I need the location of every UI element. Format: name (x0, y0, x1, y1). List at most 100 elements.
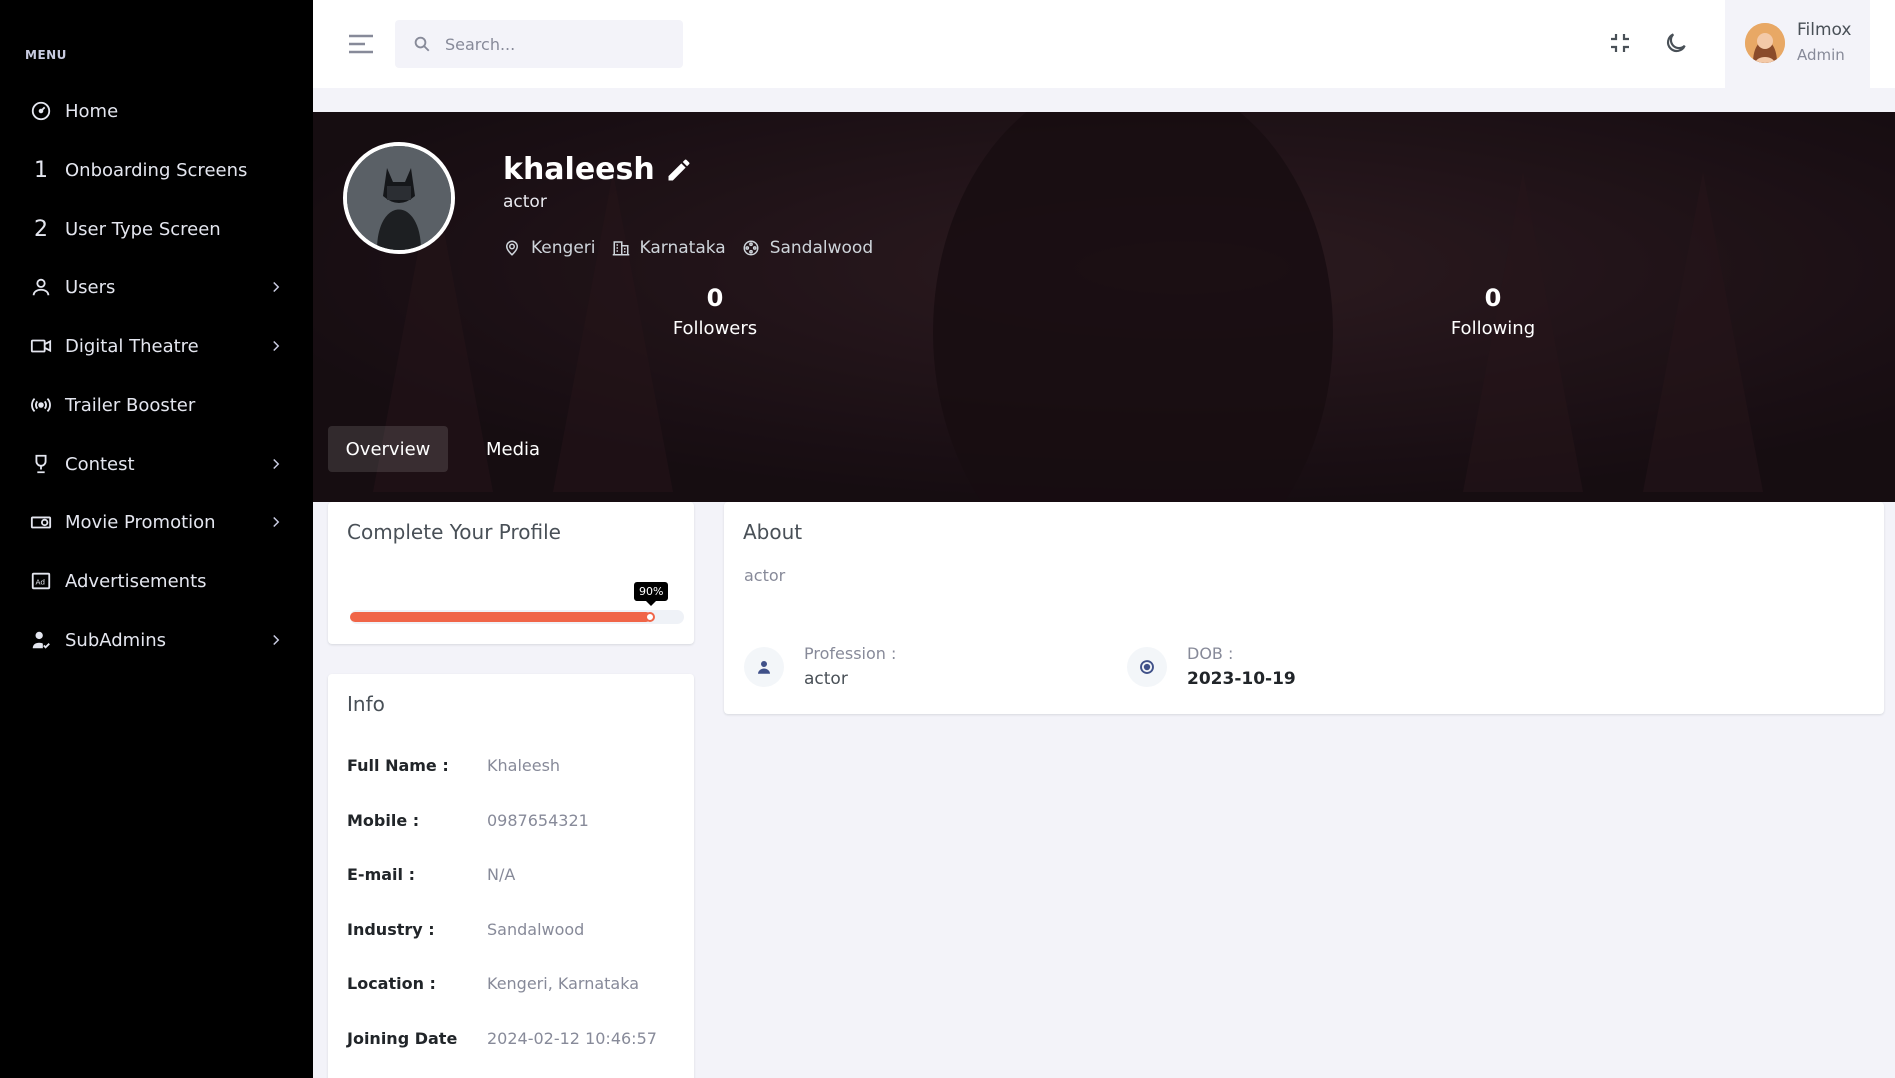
number-one-icon: 1 (34, 157, 48, 183)
profession-value: actor (804, 669, 848, 689)
sidebar-item-contest[interactable]: Contest (0, 439, 313, 489)
info-key: Mobile : (347, 811, 420, 830)
search-input[interactable] (445, 34, 665, 54)
followers-stat[interactable]: 0 Followers (655, 284, 775, 339)
about-card: About actor Profession : actor DOB : 202… (724, 502, 1884, 714)
menu-title: MENU (25, 48, 67, 62)
sidebar-item-trailer-booster[interactable]: Trailer Booster (0, 380, 313, 430)
sidebar-item-onboarding-screens[interactable]: 1 Onboarding Screens (0, 145, 313, 195)
info-key: Joining Date (347, 1029, 458, 1048)
info-row-joining-date: Joining Date 2024-02-12 10:46:57 (347, 1029, 657, 1048)
profession-label: Profession : (804, 644, 897, 663)
dark-mode-toggle[interactable] (1659, 26, 1693, 60)
complete-profile-title: Complete Your Profile (347, 520, 561, 544)
meta-location-text: Kengeri (531, 238, 596, 258)
fullscreen-exit-icon (1611, 34, 1629, 52)
following-stat[interactable]: 0 Following (1433, 284, 1553, 339)
search-box (395, 20, 683, 68)
chevron-right-icon (273, 281, 280, 293)
info-row-email: E-mail : N/A (347, 865, 515, 884)
following-count: 0 (1484, 284, 1502, 312)
info-row-location: Location : Kengeri, Karnataka (347, 974, 639, 993)
sidebar-item-label: User Type Screen (65, 218, 221, 240)
info-value: 0987654321 (487, 811, 589, 830)
about-profession: Profession : actor (744, 644, 896, 689)
meta-location: Kengeri (503, 238, 596, 258)
info-key: E-mail : (347, 865, 415, 884)
chevron-right-icon (273, 516, 280, 528)
info-key: Full Name : (347, 756, 449, 775)
user-icon (28, 274, 54, 300)
meta-state-text: Karnataka (639, 238, 726, 258)
building-icon (612, 241, 629, 256)
dob-text-group: DOB : 2023-10-19 (1187, 644, 1296, 689)
number-two-icon: 2 (34, 216, 48, 242)
meta-industry: Sandalwood (742, 238, 873, 258)
broadcast-icon (28, 392, 54, 418)
tab-overview[interactable]: Overview (328, 426, 448, 472)
user-name: Filmox (1797, 20, 1852, 40)
hamburger-menu-icon[interactable] (348, 33, 374, 55)
followers-label: Followers (672, 318, 758, 339)
about-text: actor (744, 566, 786, 585)
info-value: N/A (487, 865, 516, 884)
sidebar-item-subadmins[interactable]: SubAdmins (0, 615, 313, 665)
profile-role: actor (503, 192, 547, 212)
sidebar-item-label: Digital Theatre (65, 335, 199, 357)
video-camera-icon (28, 333, 54, 359)
profile-meta: Kengeri Karnataka Sandalwood (503, 238, 889, 258)
meta-state: Karnataka (612, 238, 726, 258)
user-check-icon (28, 627, 54, 653)
info-row-mobile: Mobile : 0987654321 (347, 811, 589, 830)
trophy-icon (28, 451, 54, 477)
followers-count: 0 (706, 284, 724, 312)
dob-label: DOB : (1187, 644, 1234, 663)
sidebar-item-movie-promotion[interactable]: Movie Promotion (0, 497, 313, 547)
map-pin-icon (505, 240, 519, 256)
edit-pencil-icon[interactable] (665, 156, 693, 184)
progress-tooltip: 90% (634, 582, 669, 606)
complete-profile-card: Complete Your Profile 90% (328, 502, 694, 644)
search-icon (414, 36, 430, 52)
about-title: About (743, 520, 803, 544)
tab-media[interactable]: Media (463, 426, 563, 472)
info-value: Khaleesh (487, 756, 561, 775)
sidebar-item-home[interactable]: Home (0, 86, 313, 136)
following-label: Following (1450, 318, 1536, 339)
profile-name-text: khaleesh (503, 152, 655, 187)
user-role: Admin (1797, 46, 1845, 64)
progress-handle (645, 612, 655, 622)
info-card: Info Full Name : Khaleesh Mobile : 09876… (328, 674, 694, 1078)
sidebar-item-digital-theatre[interactable]: Digital Theatre (0, 321, 313, 371)
meta-industry-text: Sandalwood (769, 238, 874, 258)
user-dropdown[interactable]: Filmox Admin (1725, 0, 1870, 88)
info-key: Location : (347, 974, 436, 993)
info-row-industry: Industry : Sandalwood (347, 920, 584, 939)
moon-icon (1666, 33, 1686, 53)
chevron-right-icon (273, 340, 280, 352)
sidebar-item-label: Users (65, 276, 116, 298)
profile-banner: khaleesh actor Kengeri Karnataka Sandalw… (313, 112, 1895, 502)
progress-bar-fill (350, 612, 651, 622)
dashboard-icon (28, 98, 54, 124)
sidebar: MENU Home 1 Onboarding Screens 2 User Ty… (0, 0, 313, 1078)
profile-name: khaleesh (503, 152, 693, 187)
sidebar-item-label: SubAdmins (65, 629, 167, 651)
sidebar-item-label: Home (65, 100, 119, 122)
info-key: Industry : (347, 920, 435, 939)
sidebar-item-label: Onboarding Screens (65, 159, 248, 181)
fullscreen-exit-button[interactable] (1603, 26, 1637, 60)
dob-value: 2023-10-19 (1187, 669, 1296, 689)
about-dob: DOB : 2023-10-19 (1127, 644, 1296, 689)
sidebar-item-advertisements[interactable]: Ad Advertisements (0, 556, 313, 606)
sidebar-item-user-type-screen[interactable]: 2 User Type Screen (0, 204, 313, 254)
profile-avatar[interactable] (343, 142, 455, 254)
film-reel-icon (743, 240, 759, 256)
info-value: Sandalwood (487, 920, 585, 939)
calendar-icon (1127, 646, 1167, 687)
sidebar-item-users[interactable]: Users (0, 262, 313, 312)
top-header: Filmox Admin (313, 0, 1895, 88)
avatar (1745, 23, 1785, 63)
info-title: Info (347, 692, 385, 716)
user-icon (744, 646, 784, 687)
